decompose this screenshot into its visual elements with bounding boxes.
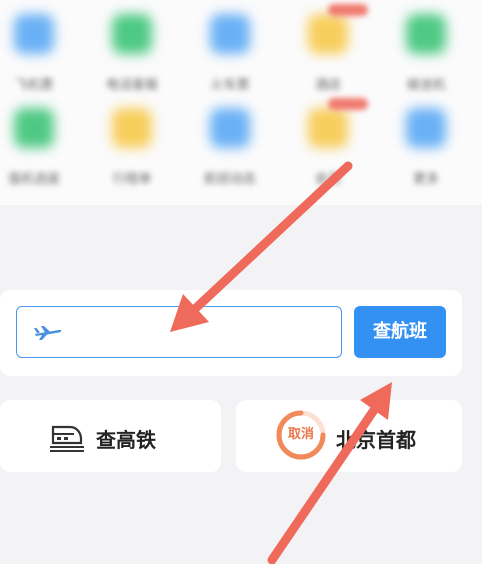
- feature-label: 接送机: [406, 78, 446, 93]
- feature-item[interactable]: 火车票: [196, 10, 292, 100]
- car-icon: [406, 14, 446, 54]
- feature-item[interactable]: 电话客服: [98, 10, 194, 100]
- flight-search-input[interactable]: [16, 306, 342, 358]
- grid-icon: [406, 108, 446, 148]
- train-icon: [50, 425, 84, 452]
- feature-label: 会员: [314, 172, 341, 187]
- document-icon: [112, 108, 152, 148]
- feature-label: 航班动态: [203, 172, 256, 187]
- feature-label: 酒店: [314, 78, 341, 93]
- airport-label: 北京首都: [336, 428, 416, 452]
- cancel-status-text: 取消: [287, 427, 314, 442]
- heart-icon: [308, 108, 348, 148]
- train-icon: [210, 14, 250, 54]
- feature-item[interactable]: 航班动态: [196, 104, 292, 194]
- feature-item[interactable]: 接送机: [392, 10, 482, 100]
- feature-item[interactable]: 酒店: [294, 4, 390, 100]
- high-speed-rail-card[interactable]: 查高铁: [0, 400, 221, 472]
- feature-item[interactable]: 会员: [294, 98, 390, 194]
- feature-item[interactable]: 飞机票: [0, 10, 96, 100]
- new-badge: [328, 98, 368, 110]
- plane-icon: [34, 326, 62, 340]
- phone-icon: [112, 14, 152, 54]
- feature-item[interactable]: 行程单: [98, 104, 194, 194]
- hotel-icon: [308, 14, 348, 54]
- feature-label: 值机选座: [7, 172, 60, 187]
- feature-label: 火车票: [210, 78, 250, 93]
- flight-status-card[interactable]: 取消 北京首都: [236, 400, 462, 472]
- flight-search-card: 查航班: [0, 290, 462, 376]
- plane-icon: [14, 14, 54, 54]
- feature-label: 电话客服: [105, 78, 158, 93]
- feature-label: 飞机票: [14, 78, 54, 93]
- new-badge: [328, 4, 368, 16]
- seat-icon: [14, 108, 54, 148]
- feature-label: 行程单: [112, 172, 152, 187]
- feature-label: 更多: [412, 172, 439, 187]
- globe-icon: [210, 108, 250, 148]
- feature-item[interactable]: 值机选座: [0, 104, 96, 194]
- search-flights-button[interactable]: 查航班: [354, 306, 446, 358]
- feature-grid: 飞机票 电话客服 火车票 酒店 接送机 值机选座 行程单 航班动态 会员 更多: [0, 0, 482, 205]
- rail-label: 查高铁: [96, 428, 156, 452]
- feature-item[interactable]: 更多: [392, 104, 482, 194]
